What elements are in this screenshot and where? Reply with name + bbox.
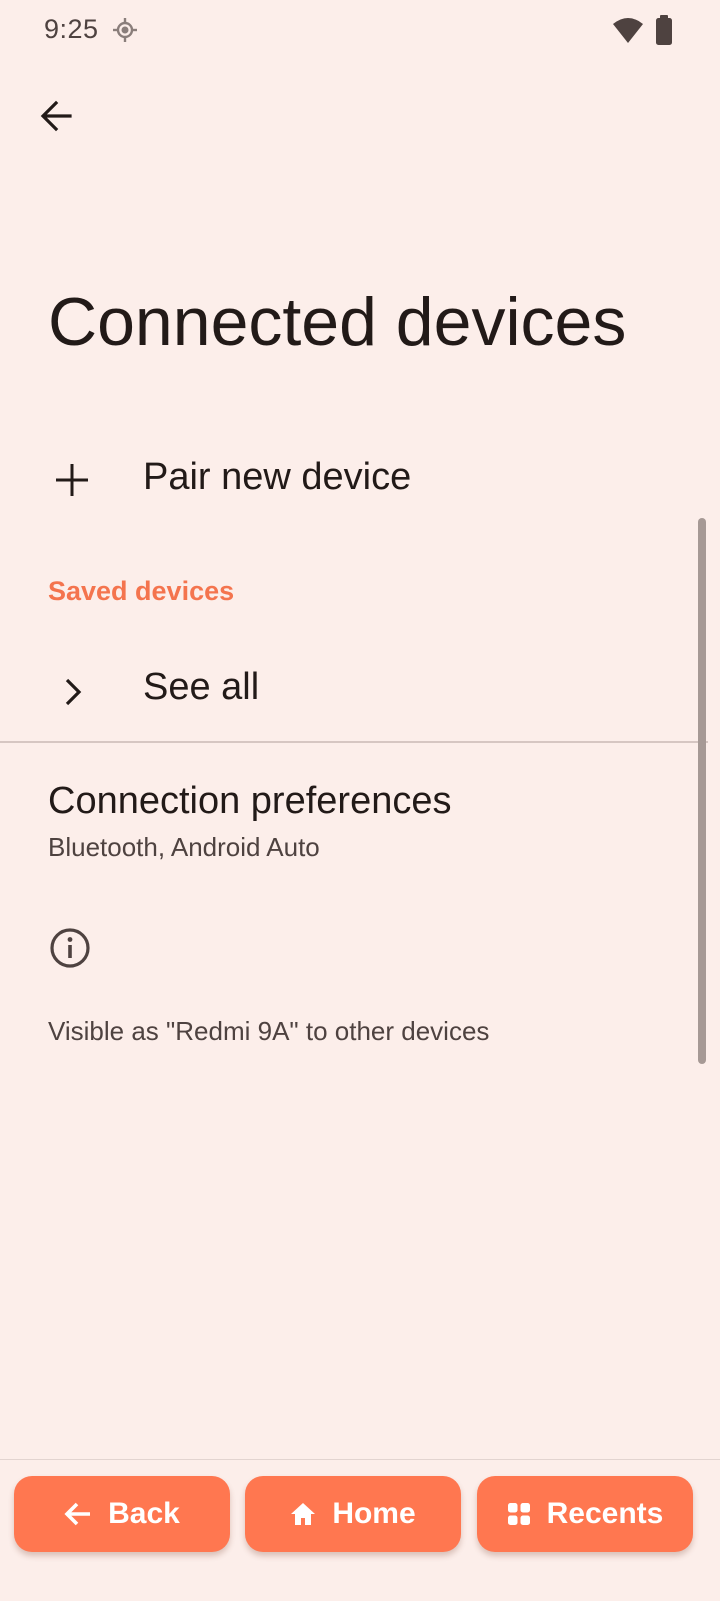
divider xyxy=(0,741,708,743)
saved-devices-header: Saved devices xyxy=(48,576,235,606)
pair-new-device-item[interactable]: Pair new device xyxy=(0,430,708,530)
plus-icon xyxy=(48,456,96,504)
wifi-icon xyxy=(613,18,643,43)
scrollbar[interactable] xyxy=(698,518,706,1064)
home-icon xyxy=(291,1503,316,1525)
arrow-left-icon xyxy=(64,1502,91,1526)
status-time: 9:25 xyxy=(44,14,99,44)
nav-back-button[interactable]: Back xyxy=(14,1476,230,1552)
pair-new-device-label: Pair new device xyxy=(143,456,412,498)
see-all-label: See all xyxy=(143,666,260,708)
status-bar: 9:25 xyxy=(0,0,720,60)
nav-recents-button[interactable]: Recents xyxy=(477,1476,693,1552)
navigation-bar: Back Home Recents xyxy=(0,1459,720,1601)
arrow-left-icon xyxy=(40,100,72,132)
see-all-item[interactable]: See all xyxy=(0,645,708,739)
connection-preferences-title: Connection preferences xyxy=(48,780,452,822)
battery-icon xyxy=(656,15,672,45)
nav-back-label: Back xyxy=(108,1497,180,1530)
back-button[interactable] xyxy=(32,92,80,140)
page-title: Connected devices xyxy=(48,284,627,360)
nav-home-label: Home xyxy=(332,1497,416,1530)
nav-home-button[interactable]: Home xyxy=(245,1476,461,1552)
nav-recents-label: Recents xyxy=(546,1497,664,1530)
visibility-text: Visible as "Redmi 9A" to other devices xyxy=(48,1016,490,1046)
connection-preferences-item[interactable]: Connection preferences Bluetooth, Androi… xyxy=(0,760,708,880)
info-icon xyxy=(50,928,90,968)
chevron-right-icon xyxy=(48,668,96,716)
recents-icon xyxy=(507,1503,530,1525)
connection-preferences-summary: Bluetooth, Android Auto xyxy=(48,832,320,862)
location-icon xyxy=(113,18,137,42)
